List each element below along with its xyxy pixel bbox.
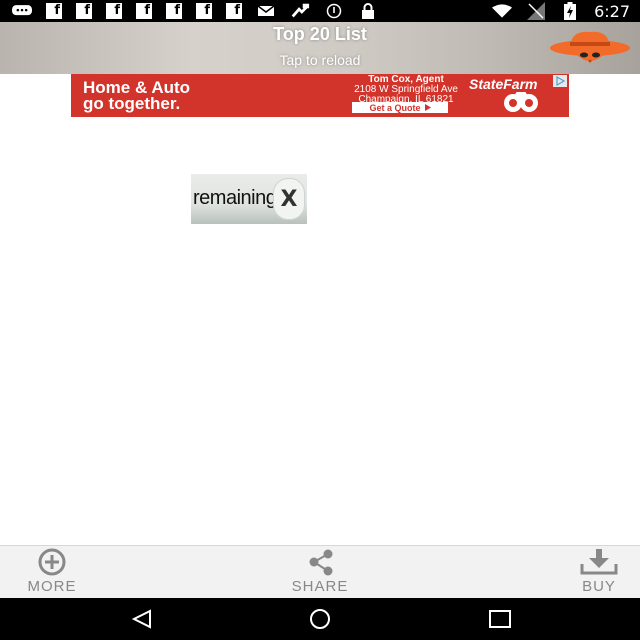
signal-icon bbox=[526, 2, 546, 20]
download-icon bbox=[580, 549, 618, 575]
page-title: Top 20 List bbox=[273, 24, 367, 44]
ad-banner[interactable]: Home & Auto go together. Tom Cox, Agent … bbox=[71, 74, 569, 117]
share-button[interactable]: SHARE bbox=[280, 546, 360, 599]
buy-button[interactable]: BUY bbox=[568, 546, 630, 599]
buy-label: BUY bbox=[582, 578, 616, 595]
state-farm-logo-icon bbox=[504, 92, 538, 112]
close-icon: X bbox=[280, 186, 298, 212]
more-button[interactable]: MORE bbox=[16, 546, 88, 599]
facebook-icon: f bbox=[136, 3, 152, 19]
sync-icon bbox=[290, 3, 310, 19]
ad-headline: Home & Auto go together. bbox=[83, 78, 191, 113]
spy-hat-logo-icon[interactable] bbox=[546, 26, 630, 70]
clock: 6:27 bbox=[594, 1, 630, 21]
add-circle-icon bbox=[38, 548, 66, 576]
remaining-label: remaining bbox=[193, 187, 277, 209]
reload-hint[interactable]: Tap to reload bbox=[0, 52, 640, 68]
alarm-icon bbox=[324, 3, 344, 19]
battery-charging-icon bbox=[560, 2, 580, 20]
navigation-bar bbox=[0, 598, 640, 640]
message-icon bbox=[12, 3, 32, 19]
share-label: SHARE bbox=[291, 578, 349, 595]
title-bar[interactable]: Top 20 List Tap to reload bbox=[0, 22, 640, 74]
ad-brand: StateFarm bbox=[469, 76, 538, 92]
bottom-toolbar: MORE SHARE BUY bbox=[0, 545, 640, 599]
wifi-icon bbox=[492, 3, 513, 19]
facebook-icon: f bbox=[106, 3, 122, 19]
email-icon bbox=[256, 3, 276, 19]
back-icon[interactable] bbox=[128, 608, 156, 630]
more-label: MORE bbox=[27, 578, 77, 595]
share-icon bbox=[309, 549, 333, 576]
facebook-icon: f bbox=[166, 3, 182, 19]
status-bar: f f f f f f f 6:27 bbox=[0, 0, 640, 22]
facebook-icon: f bbox=[46, 3, 62, 19]
get-quote-button[interactable]: Get a Quote bbox=[352, 102, 448, 113]
ad-choices-icon[interactable] bbox=[553, 75, 567, 87]
play-arrow-icon bbox=[424, 104, 431, 111]
lock-icon bbox=[358, 3, 378, 19]
facebook-icon: f bbox=[76, 3, 92, 19]
facebook-icon: f bbox=[226, 3, 242, 19]
recents-icon[interactable] bbox=[486, 608, 514, 630]
countdown-overlay: remaining X bbox=[191, 174, 307, 224]
close-button[interactable]: X bbox=[273, 178, 305, 220]
home-icon[interactable] bbox=[306, 608, 334, 630]
facebook-icon: f bbox=[196, 3, 212, 19]
